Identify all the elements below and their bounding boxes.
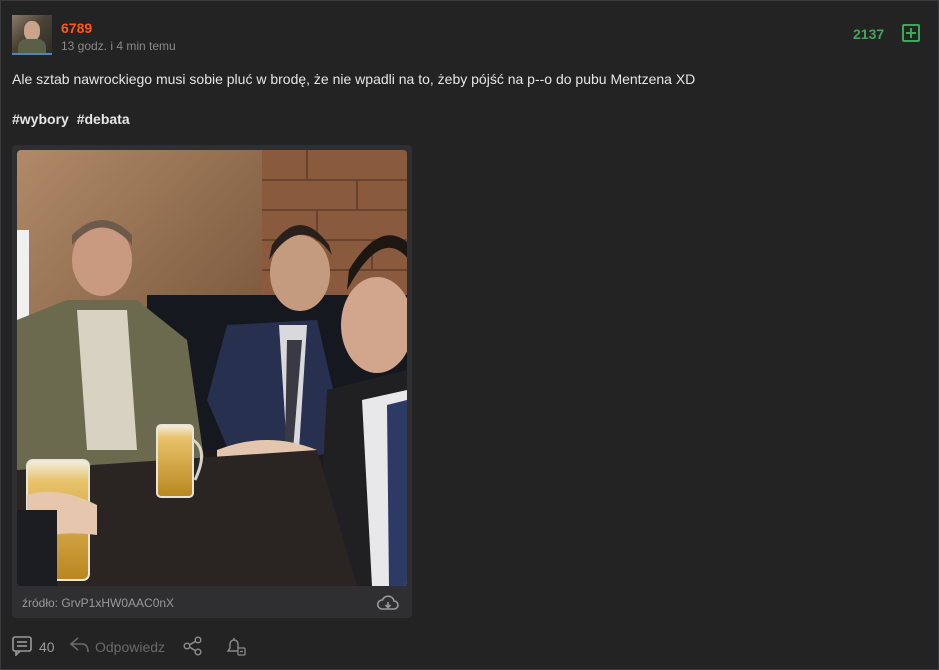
photo-illustration bbox=[17, 150, 407, 586]
share-icon[interactable] bbox=[183, 636, 203, 656]
reply-icon[interactable] bbox=[70, 636, 90, 654]
cloud-download-icon[interactable] bbox=[376, 594, 400, 612]
post-time[interactable]: 13 godz. i 4 min temu bbox=[61, 39, 176, 53]
tags: #wybory #debata bbox=[12, 111, 134, 127]
comments-icon[interactable] bbox=[12, 636, 34, 656]
bell-icon[interactable] bbox=[224, 636, 246, 656]
avatar[interactable] bbox=[12, 15, 52, 55]
vote-count: 2137 bbox=[853, 26, 885, 42]
media-embed: źródło: GrvP1xHW0AAC0nX bbox=[12, 145, 412, 618]
embedded-photo[interactable] bbox=[17, 150, 407, 586]
post-text: Ale sztab nawrockiego musi sobie pluć w … bbox=[12, 71, 696, 87]
username[interactable]: 6789 bbox=[61, 20, 92, 36]
image-source: źródło: GrvP1xHW0AAC0nX bbox=[22, 596, 175, 610]
comments-count[interactable]: 40 bbox=[39, 639, 55, 655]
tag-wybory[interactable]: #wybory bbox=[12, 111, 69, 127]
reply-button[interactable]: Odpowiedz bbox=[95, 639, 165, 655]
avatar-body bbox=[18, 39, 46, 53]
avatar-face bbox=[24, 21, 40, 41]
plus-square-icon[interactable] bbox=[902, 24, 920, 42]
tag-debata[interactable]: #debata bbox=[77, 111, 130, 127]
